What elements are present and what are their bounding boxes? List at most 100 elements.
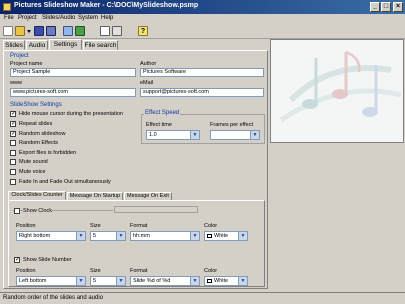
settings-panel: Project Project name Project Sample Auth…: [3, 50, 268, 289]
preview-icon[interactable]: [100, 26, 110, 36]
effect-time-value: 1.0: [149, 132, 157, 138]
slide-number-size-select[interactable]: 5 ▼: [90, 276, 126, 286]
effect-time-select[interactable]: 1.0 ▼: [146, 130, 200, 140]
export-icon[interactable]: [75, 26, 85, 36]
main-tabs: Slides Audio Settings File search: [0, 39, 268, 50]
tab-file-search[interactable]: File search: [83, 40, 118, 50]
chevron-down-icon[interactable]: ▼: [76, 232, 85, 240]
export-forbidden-label: Export files is forbidden: [19, 150, 77, 156]
chevron-down-icon[interactable]: ▼: [190, 131, 199, 139]
random-effects-checkbox[interactable]: [10, 140, 16, 146]
chevron-down-icon[interactable]: ▼: [116, 277, 125, 285]
email-field[interactable]: support@pictures-soft.com: [140, 88, 264, 97]
slide-number-position-label: Position: [16, 268, 36, 274]
clock-color-select[interactable]: White ▼: [204, 231, 248, 241]
slide-number-color-label: Color: [204, 268, 218, 274]
frames-per-effect-select[interactable]: ▼: [210, 130, 260, 140]
slide-number-size-value: 5: [93, 278, 97, 284]
menu-system[interactable]: System: [78, 15, 98, 21]
effect-time-label: Effect time: [146, 122, 172, 128]
random-slideshow-checkbox[interactable]: [10, 131, 16, 137]
toolbar: ?: [0, 24, 405, 39]
show-slide-number-label: Show Slide Number: [23, 257, 72, 263]
white-swatch-icon: [207, 234, 212, 238]
slide-number-color-select[interactable]: White ▼: [204, 276, 248, 286]
clock-position-select[interactable]: Right bottom ▼: [16, 231, 86, 241]
minimize-button[interactable]: _: [370, 2, 380, 12]
www-label: www: [10, 80, 22, 86]
chevron-down-icon[interactable]: ▼: [238, 277, 247, 285]
www-field[interactable]: www.pictures-soft.com: [10, 88, 136, 97]
save-all-icon[interactable]: [46, 26, 56, 36]
chevron-down-icon[interactable]: ▼: [76, 277, 85, 285]
email-label: eMail: [140, 80, 154, 86]
show-slide-number-checkbox[interactable]: [14, 257, 20, 263]
hide-cursor-label: Hide mouse cursor during the presentatio…: [19, 111, 123, 117]
app-icon: [3, 3, 11, 11]
repeat-slides-checkbox[interactable]: [10, 121, 16, 127]
repeat-slides-label: Repeat slides: [19, 121, 53, 127]
export-forbidden-checkbox[interactable]: [10, 150, 16, 156]
mute-voice-checkbox[interactable]: [10, 169, 16, 175]
title-bar: Pictures Slideshow Maker - C:\DOC\MySlid…: [0, 0, 405, 14]
open-folder-icon[interactable]: [15, 26, 25, 36]
frames-per-effect-label: Frames per effect: [210, 122, 253, 128]
maximize-button[interactable]: □: [381, 2, 391, 12]
music-notes-image: [271, 40, 403, 142]
clock-format-select[interactable]: hh:mm ▼: [130, 231, 200, 241]
clock-position-label: Position: [16, 223, 36, 229]
clock-color-label: Color: [204, 223, 218, 229]
dropdown-arrow-icon[interactable]: [27, 30, 31, 34]
preview-empty-area: [270, 143, 404, 289]
project-name-field[interactable]: Project Sample: [10, 68, 136, 77]
slideshow-icon[interactable]: [63, 26, 73, 36]
chevron-down-icon[interactable]: ▼: [238, 232, 247, 240]
print-icon[interactable]: [112, 26, 122, 36]
chevron-down-icon[interactable]: ▼: [190, 232, 199, 240]
random-effects-label: Random Effects: [19, 140, 59, 146]
clock-color-value: White: [214, 233, 229, 239]
menu-slides-audio[interactable]: Slides/Audio: [42, 15, 75, 21]
chevron-down-icon[interactable]: ▼: [116, 232, 125, 240]
mute-sound-label: Mute sound: [19, 159, 48, 165]
menu-help[interactable]: Help: [101, 15, 113, 21]
slide-number-format-select[interactable]: Slide %d of %d ▼: [130, 276, 200, 286]
slide-number-format-label: Format: [130, 268, 148, 274]
menu-file[interactable]: File: [4, 15, 14, 21]
project-section-title: Project: [10, 53, 29, 59]
effect-speed-title: Effect Speed: [144, 110, 181, 116]
random-slideshow-label: Random slideshow: [19, 131, 66, 137]
tab-slides[interactable]: Slides: [3, 40, 25, 50]
tab-settings[interactable]: Settings: [49, 39, 82, 50]
menu-bar: File Project Slides/Audio System Help: [0, 14, 405, 24]
clock-size-select[interactable]: 5 ▼: [90, 231, 126, 241]
clock-position-value: Right bottom: [19, 233, 51, 239]
clock-format-label: Format: [130, 223, 148, 229]
close-button[interactable]: ×: [393, 2, 403, 12]
slide-number-format-value: Slide %d of %d: [133, 278, 171, 284]
subtab-clock-counter[interactable]: Clock/Slides Counter: [8, 191, 66, 200]
clock-preview-box: [114, 206, 198, 213]
project-name-label: Project name: [10, 61, 43, 67]
help-icon[interactable]: ?: [138, 26, 148, 36]
chevron-down-icon[interactable]: ▼: [250, 131, 259, 139]
chevron-down-icon[interactable]: ▼: [190, 277, 199, 285]
author-field[interactable]: Pictures Software: [140, 68, 264, 77]
slide-number-position-select[interactable]: Left bottom ▼: [16, 276, 86, 286]
menu-project[interactable]: Project: [18, 15, 37, 21]
slide-number-size-label: Size: [90, 268, 101, 274]
new-file-icon[interactable]: [3, 26, 13, 36]
fade-in-out-label: Fade In and Fade Out simultaneously: [19, 179, 111, 185]
white-swatch-icon: [207, 279, 212, 283]
mute-sound-checkbox[interactable]: [10, 159, 16, 165]
fade-in-out-checkbox[interactable]: [10, 179, 16, 185]
slide-number-position-value: Left bottom: [19, 278, 47, 284]
tab-audio[interactable]: Audio: [26, 40, 48, 50]
save-icon[interactable]: [34, 26, 44, 36]
clock-size-value: 5: [93, 233, 97, 239]
status-bar: Random order of the slides and audio: [0, 292, 405, 304]
show-clock-checkbox[interactable]: [14, 208, 20, 214]
hide-cursor-checkbox[interactable]: [10, 111, 16, 117]
slide-preview: [270, 39, 404, 143]
author-label: Author: [140, 61, 157, 67]
